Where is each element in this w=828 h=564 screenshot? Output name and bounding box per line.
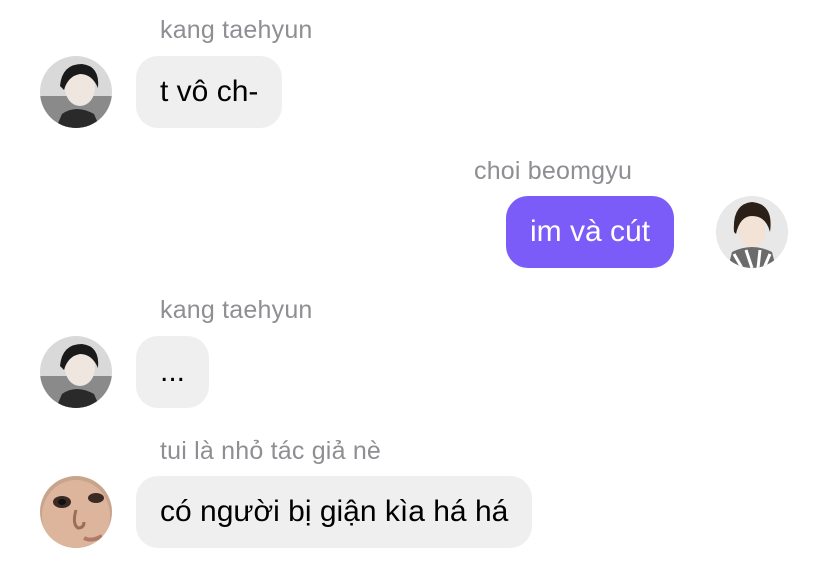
message-bubble[interactable]: có người bị giận kìa há há <box>136 476 533 548</box>
sender-name: choi beomgyu <box>474 157 633 185</box>
avatar-taehyun-icon[interactable] <box>40 56 112 128</box>
sender-name: kang taehyun <box>160 16 313 44</box>
sender-name: kang taehyun <box>160 296 313 324</box>
message-bubble[interactable]: ... <box>136 336 210 408</box>
avatar-beomgyu-icon[interactable] <box>716 196 788 268</box>
sender-name: tui là nhỏ tác giả nè <box>160 437 382 465</box>
message-bubble[interactable]: im và cút <box>506 196 675 268</box>
avatar-taehyun-icon[interactable] <box>40 336 112 408</box>
message-bubble[interactable]: t vô ch- <box>136 56 283 128</box>
avatar-author-icon[interactable] <box>40 476 112 548</box>
